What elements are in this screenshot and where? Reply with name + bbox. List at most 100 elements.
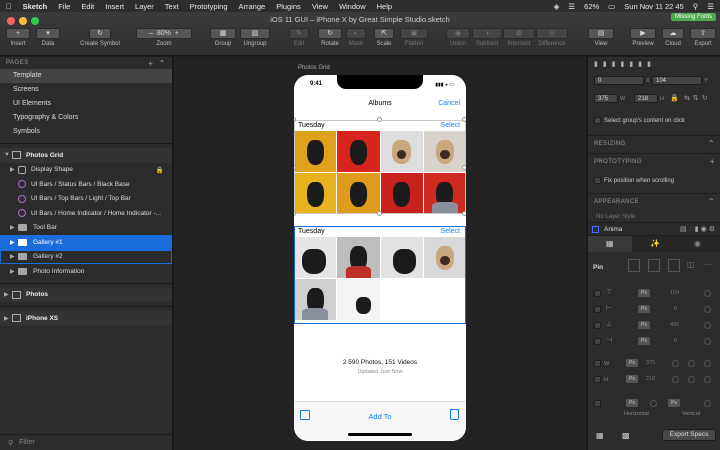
height-field[interactable]: 218 (634, 94, 658, 103)
disclosure-open-icon[interactable]: ▼ (4, 152, 12, 158)
toggle-circle[interactable] (704, 338, 711, 345)
resize-handle[interactable] (294, 211, 296, 216)
menu-arrange[interactable]: Arrange (239, 2, 266, 11)
create-symbol-button[interactable]: ↻ Create Symbol (76, 28, 124, 47)
battery-percent[interactable]: 62% (584, 2, 599, 11)
menu-text[interactable]: Text (165, 2, 179, 11)
wifi-icon[interactable]: ☰ (568, 2, 575, 11)
toggle-circle[interactable] (650, 400, 657, 407)
width-field[interactable]: 375 (594, 94, 618, 103)
unit-button[interactable]: Px (626, 399, 638, 407)
tab-animate[interactable]: ✨ (632, 236, 676, 252)
layer-artboard-iphone-xs[interactable]: ▶ iPhone XS (0, 311, 172, 326)
trash-icon[interactable] (450, 409, 459, 420)
flip-icons[interactable]: ⇆⇅↻ (684, 94, 711, 102)
appearance-section[interactable]: APPEARANCE ⌃ (588, 193, 720, 209)
specs-icon[interactable]: ▦ (596, 431, 604, 440)
layer-style-dropdown[interactable]: No Layer Style (596, 214, 635, 220)
size-height-checkbox[interactable] (594, 376, 601, 383)
prototyping-section[interactable]: PROTOTYPING + (588, 153, 720, 169)
cancel-button[interactable]: Cancel (438, 100, 460, 107)
tab-layout[interactable]: ▦ (588, 236, 632, 252)
pin-right-icon[interactable] (668, 259, 680, 272)
page-typography-colors[interactable]: Typography & Colors (0, 111, 172, 125)
pin-right-value[interactable]: 0 (674, 338, 677, 344)
apple-icon[interactable]:  (6, 2, 12, 11)
pin-top-value[interactable]: 104 (670, 290, 679, 296)
y-field[interactable]: 104 (652, 76, 702, 85)
grid-icon[interactable]: ▩ (622, 431, 630, 440)
clock[interactable]: Sun Nov 11 22 45 (624, 2, 684, 11)
size-width-checkbox[interactable] (594, 360, 601, 367)
toggle-circle[interactable] (704, 290, 711, 297)
pin-top-checkbox[interactable] (594, 290, 601, 297)
tab-link[interactable]: ◉ (676, 236, 720, 252)
x-field[interactable]: 0 (594, 76, 644, 85)
canvas[interactable]: Photos Grid 9:41 ▮▮▮ ◕ ▭ Albums Cancel T… (174, 57, 586, 450)
toggle-circle[interactable] (672, 360, 679, 367)
menu-view[interactable]: View (312, 2, 328, 11)
toggle-circle[interactable] (704, 376, 711, 383)
gallery-1[interactable]: Tuesday Select (294, 117, 466, 216)
menu-prototyping[interactable]: Prototyping (190, 2, 228, 11)
trash-icon[interactable]: ◫ (687, 260, 695, 269)
group-button[interactable]: ▦ Group (210, 28, 236, 47)
page-ui-elements[interactable]: UI Elements (0, 97, 172, 111)
toggle-circle[interactable] (704, 306, 711, 313)
menu-window[interactable]: Window (339, 2, 366, 11)
menu-help[interactable]: Help (377, 2, 392, 11)
flatten-button[interactable]: ▣ Flatten (400, 28, 428, 47)
unit-button[interactable]: Px (638, 305, 650, 313)
unit-button[interactable]: Px (668, 399, 680, 407)
rotate-button[interactable]: ↻ Rotate (318, 28, 342, 47)
disclosure-closed-icon[interactable]: ▶ (4, 315, 12, 322)
layer-filter[interactable]: ⚲ Filter (0, 434, 173, 450)
chevron-icon[interactable]: ⌃ (708, 136, 715, 152)
control-center-icon[interactable]: ☰ (707, 2, 714, 11)
edit-button[interactable]: ✎ Edit (289, 28, 309, 47)
pin-left-icon[interactable] (628, 259, 640, 272)
add-to-button[interactable]: Add To (294, 412, 466, 421)
toggle-circle[interactable] (688, 360, 695, 367)
pin-bottom-value[interactable]: 490 (670, 322, 679, 328)
resize-handle[interactable] (377, 211, 382, 216)
more-icon[interactable]: ⋯ (704, 260, 712, 269)
dropbox-icon[interactable]: ◈ (554, 2, 560, 11)
unit-button[interactable]: Px (638, 321, 650, 329)
menu-file[interactable]: File (58, 2, 70, 11)
pin-left-value[interactable]: 0 (674, 306, 677, 312)
size-width-value[interactable]: 375 (646, 360, 655, 366)
resize-handle[interactable] (462, 117, 466, 122)
resize-handle[interactable] (462, 211, 466, 216)
align-icons[interactable]: ▮▮▮▮▮▮▮ (594, 60, 714, 70)
toggle-circle[interactable] (704, 360, 711, 367)
unit-button[interactable]: Px (626, 375, 638, 383)
artboard-label[interactable]: Photos Grid (298, 65, 330, 71)
menu-plugins[interactable]: Plugins (276, 2, 301, 11)
resizing-section[interactable]: RESIZING ⌃ (588, 135, 720, 151)
unit-button[interactable]: Px (638, 289, 650, 297)
pin-right-checkbox[interactable] (594, 338, 601, 345)
page-symbols[interactable]: Symbols (0, 125, 172, 139)
select-group-checkbox[interactable] (594, 117, 601, 124)
ungroup-button[interactable]: ▧ Ungroup (240, 28, 270, 47)
menu-app-name[interactable]: Sketch (23, 2, 48, 11)
chevron-icon[interactable]: ⌃ (708, 194, 715, 210)
disclosure-closed-icon[interactable]: ▶ (10, 166, 18, 173)
data-button[interactable]: ▾ Data (36, 28, 60, 47)
union-button[interactable]: ◉ Union (446, 28, 470, 47)
add-page-icon[interactable]: + ⌃ (148, 59, 166, 68)
disclosure-closed-icon[interactable]: ▶ (10, 253, 18, 260)
size-height-value[interactable]: 218 (646, 376, 655, 382)
layer-display-shape[interactable]: ▶ Display Shape 🔒 (0, 163, 172, 178)
missing-fonts-badge[interactable]: Missing Fonts (670, 13, 716, 21)
unit-button[interactable]: Px (626, 359, 638, 367)
disclosure-closed-icon[interactable]: ▶ (10, 239, 18, 246)
scale-button[interactable]: ⇱ Scale (374, 28, 394, 47)
unit-button[interactable]: Px (638, 337, 650, 345)
center-checkbox[interactable] (594, 400, 601, 407)
view-button[interactable]: ▤ View (588, 28, 614, 47)
layer-gallery-2[interactable]: ▶ Gallery #2 (0, 249, 172, 264)
disclosure-closed-icon[interactable]: ▶ (10, 268, 18, 275)
export-button[interactable]: ⇧ Export (690, 28, 716, 47)
